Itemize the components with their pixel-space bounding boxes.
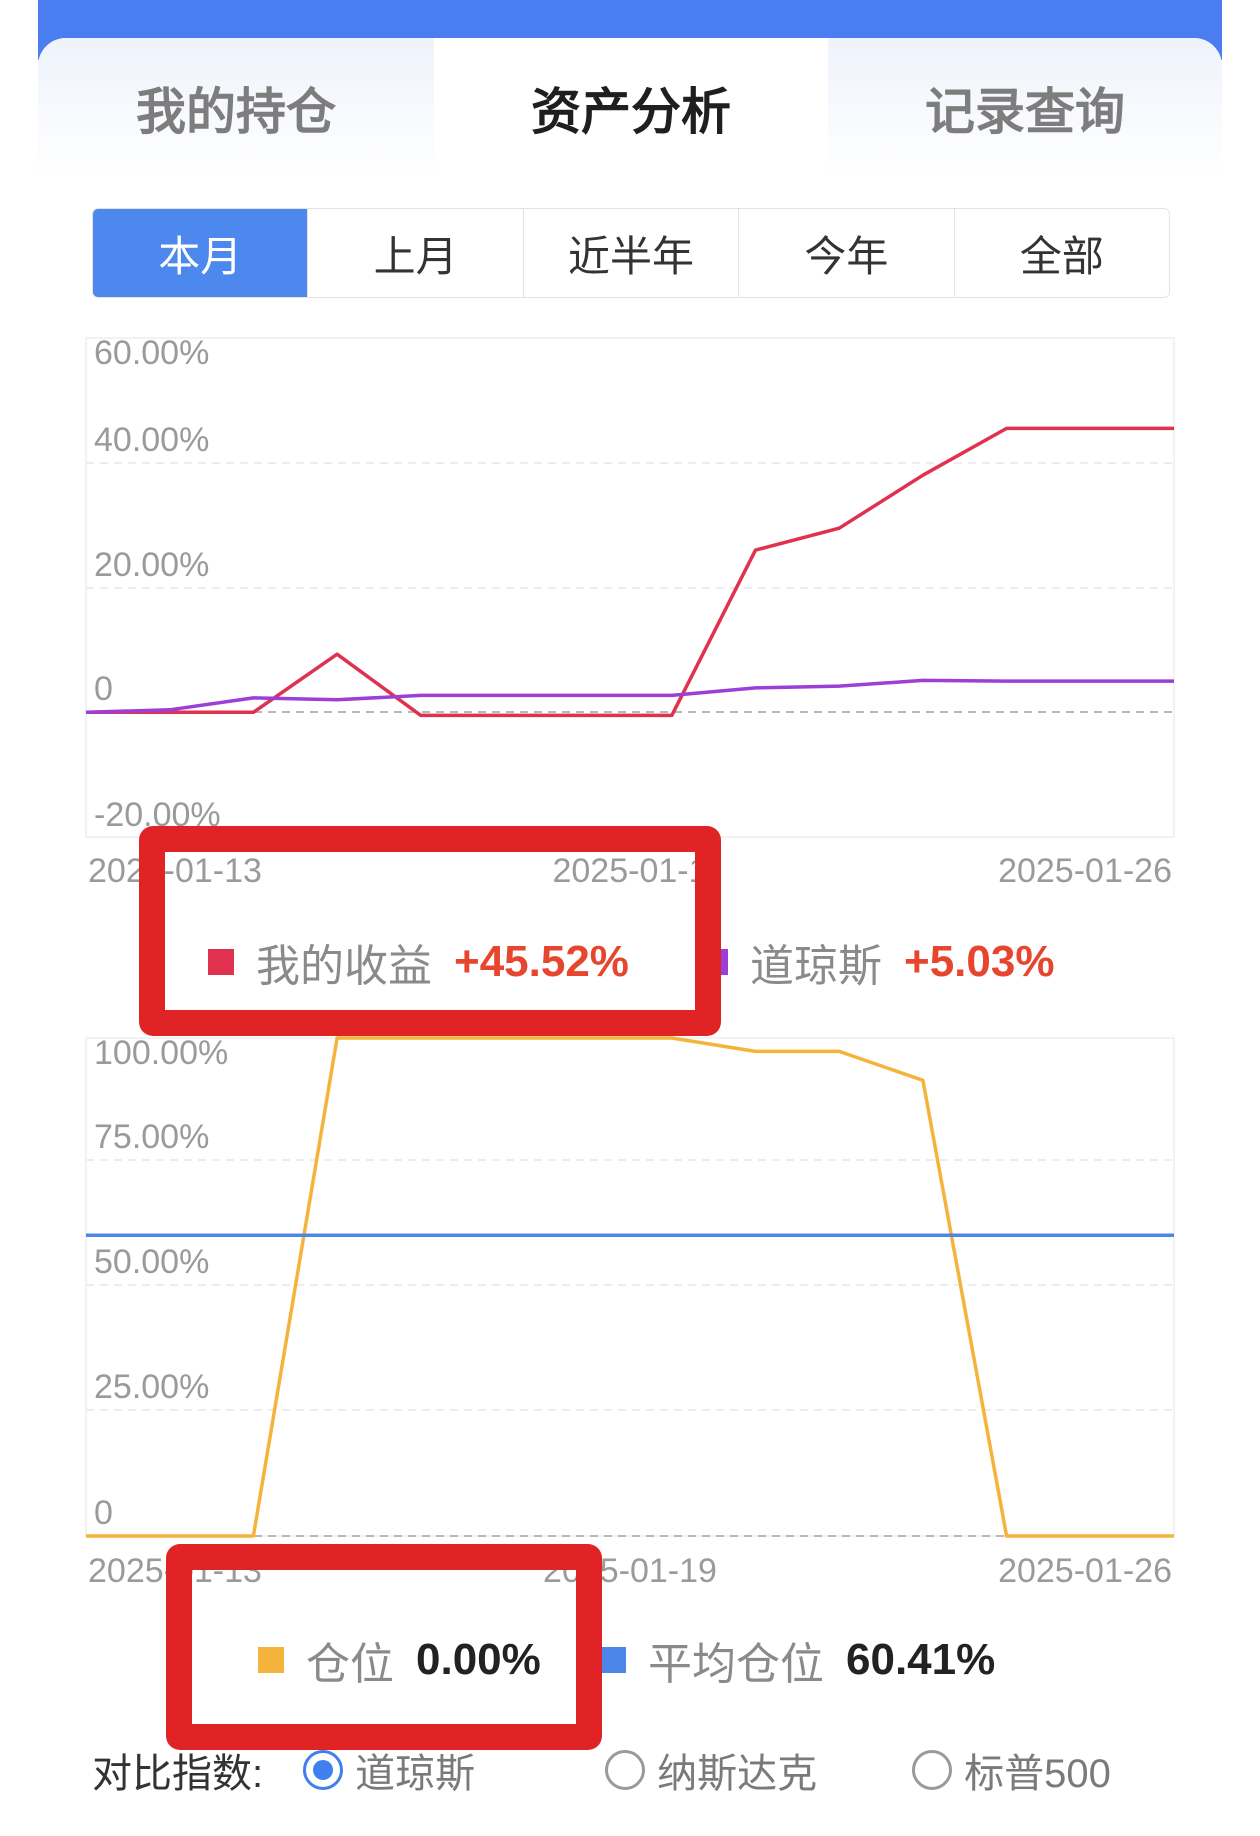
compare-index-row: 对比指数: 道琼斯 纳斯达克 标普500 [92,1740,1182,1800]
radio-label: 标普500 [964,1752,1111,1796]
radio-unchecked-icon [605,1750,646,1790]
highlight-box-position [166,1544,602,1750]
plot-frame [85,1037,1175,1537]
y-tick-label: 100.00% [94,1034,228,1072]
return-chart: 60.00%40.00%20.00%0-20.00%2025-01-13 2025… [85,334,1175,890]
y-tick-label: 40.00% [94,421,209,459]
radio-checked-icon [303,1750,344,1790]
highlight-box-return [139,826,721,1036]
legend-swatch-avg-position [600,1647,626,1673]
y-tick-label: 25.00% [94,1368,209,1406]
y-tick-label: 0 [94,1494,113,1532]
legend-value: +5.03% [904,937,1055,986]
legend-value: 60.41% [846,1635,996,1684]
series-line-0 [86,1036,1174,1538]
series-line-0 [86,426,1174,718]
x-tick-label: 2025-01-26 [998,1552,1172,1590]
position-chart: 100.00%75.00%50.00%25.00%02025-01-13 2025… [85,1034,1175,1590]
radio-unchecked-icon [912,1750,953,1790]
y-tick-label: 20.00% [94,546,209,584]
y-tick-label: 75.00% [94,1118,209,1156]
compare-label: 对比指数: [92,1752,264,1796]
series-line-1 [85,678,1174,715]
y-tick-label: 0 [94,670,113,708]
radio-label: 道琼斯 [355,1752,476,1796]
y-tick-label: 60.00% [94,334,209,372]
y-tick-label: 50.00% [94,1243,209,1281]
radio-dow-jones[interactable]: 道琼斯 [303,1741,475,1799]
radio-nasdaq[interactable]: 纳斯达克 [605,1741,817,1799]
legend-name: 平均仓位 [648,1640,824,1689]
radio-sp500[interactable]: 标普500 [912,1741,1111,1799]
legend-name: 道琼斯 [750,942,882,991]
legend-avg-position: 平均仓位 60.41% [600,1628,995,1692]
x-tick-label: 2025-01-26 [998,852,1172,890]
legend-dow-jones: 道琼斯 +5.03% [702,930,1054,994]
radio-label: 纳斯达克 [657,1752,818,1796]
